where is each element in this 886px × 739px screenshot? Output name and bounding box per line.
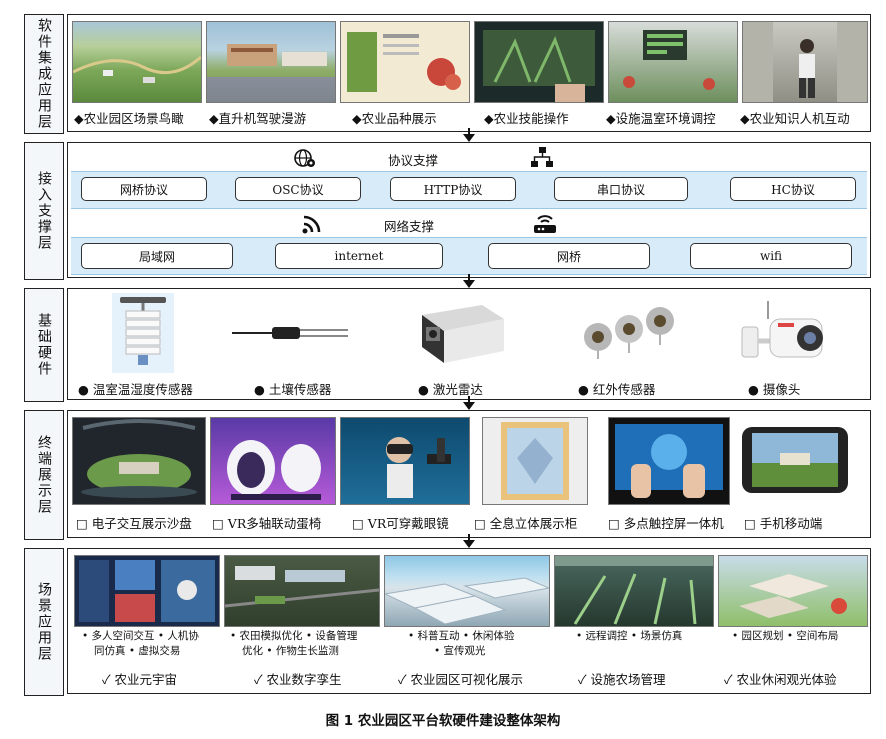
- network-lan: 局域网: [81, 243, 233, 269]
- scene-title-4: ✓ 设施农场管理: [578, 672, 666, 687]
- protocol-hc: HC协议: [730, 177, 856, 201]
- arrow-down-2: [463, 274, 475, 288]
- scene-bullets-1: • 多人空间交互 • 人机协 同仿真 • 虚拟交易: [82, 630, 199, 657]
- image-camera: [738, 297, 828, 371]
- figure-caption: 图 1 农业园区平台软硬件建设整体架构: [325, 713, 561, 729]
- network-support-title: 网络支撑: [384, 219, 435, 234]
- network-topology-icon: [530, 146, 554, 172]
- protocol-osc: OSC协议: [235, 177, 361, 201]
- image-infrared-sensor: [574, 303, 684, 363]
- image-sandtable: [72, 417, 206, 505]
- layer-access: 协议支撑 网桥协议 OSC协议 HTTP协议 串口协议 HC协议 网络支撑 局域…: [67, 142, 871, 278]
- image-facility-farm: [554, 555, 714, 627]
- caption-terminal-1: □ 电子交互展示沙盘: [76, 516, 192, 531]
- layer-scene: • 多人空间交互 • 人机协 同仿真 • 虚拟交易 • 农田模拟优化 • 设备管…: [67, 548, 871, 694]
- caption-terminal-4: □ 全息立体展示柜: [474, 516, 578, 531]
- caption-terminal-5: □ 多点触控屏一体机: [608, 516, 724, 531]
- caption-hardware-5: ● 摄像头: [748, 382, 801, 397]
- image-mobile-phone: [740, 417, 850, 503]
- layer-label-hardware: 基础硬件: [24, 288, 64, 402]
- caption-terminal-2: □ VR多轴联动蛋椅: [212, 516, 322, 531]
- caption-software-4: ◆农业技能操作: [484, 111, 569, 126]
- scene-title-5: ✓ 农业休闲观光体验: [724, 672, 837, 687]
- image-vr-egg-chair: [210, 417, 336, 505]
- protocol-serial: 串口协议: [554, 177, 688, 201]
- caption-hardware-2: ● 土壤传感器: [254, 382, 332, 397]
- layer-label-software: 软件集成应用层: [24, 14, 64, 134]
- caption-terminal-3: □ VR可穿戴眼镜: [352, 516, 449, 531]
- image-lidar: [412, 297, 508, 367]
- arrow-down-4: [463, 534, 475, 548]
- scene-title-3: ✓ 农业园区可视化展示: [398, 672, 524, 687]
- scene-title-2: ✓ 农业数字孪生: [254, 672, 342, 687]
- scene-bullets-4: • 远程调控 • 场景仿真: [576, 630, 683, 642]
- layer-hardware: ● 温室温湿度传感器 ● 土壤传感器 ● 激光雷达 ● 红外传感器 ● 摄像头: [67, 288, 871, 400]
- caption-hardware-4: ● 红外传感器: [578, 382, 656, 397]
- image-soil-sensor: [232, 319, 352, 349]
- network-wifi: wifi: [690, 243, 852, 269]
- arrow-down-3: [463, 396, 475, 410]
- image-park-visualization: [384, 555, 550, 627]
- layer-label-scene: 场景应用层: [24, 548, 64, 696]
- caption-software-2: ◆直升机驾驶漫游: [209, 111, 307, 126]
- image-greenhouse-control: [608, 21, 738, 103]
- image-touch-screen: [608, 417, 730, 505]
- scene-bullets-2: • 农田模拟优化 • 设备管理 优化 • 作物生长监测: [230, 630, 358, 657]
- caption-terminal-6: □ 手机移动端: [744, 516, 823, 531]
- network-internet: internet: [275, 243, 443, 269]
- wifi-signal-icon: [302, 214, 324, 238]
- image-holographic-cabinet: [482, 417, 588, 505]
- router-icon: [532, 211, 558, 239]
- image-knowledge-interaction: [742, 21, 868, 103]
- layer-software: ◆农业园区场景鸟瞰 ◆直升机驾驶漫游 ◆农业品种展示 ◆农业技能操作 ◆设施温室…: [67, 14, 871, 132]
- protocol-bridge: 网桥协议: [81, 177, 207, 201]
- image-digital-twin: [224, 555, 380, 627]
- scene-title-1: ✓ 农业元宇宙: [102, 672, 178, 687]
- layer-label-terminal: 终端展示层: [24, 410, 64, 540]
- protocol-http: HTTP协议: [390, 177, 516, 201]
- image-skill-operation: [474, 21, 604, 103]
- image-leisure-tour: [718, 555, 868, 627]
- protocol-support-title: 协议支撑: [388, 153, 439, 168]
- image-park-aerial: [72, 21, 202, 103]
- caption-software-3: ◆农业品种展示: [352, 111, 437, 126]
- image-helicopter-tour: [206, 21, 336, 103]
- image-temp-humidity-sensor: [112, 293, 174, 373]
- globe-gear-icon: [294, 148, 316, 172]
- network-bridge: 网桥: [488, 243, 650, 269]
- scene-bullets-5: • 园区规划 • 空间布局: [732, 630, 839, 642]
- caption-software-5: ◆设施温室环境调控: [606, 111, 716, 126]
- image-variety-display: [340, 21, 470, 103]
- caption-hardware-3: ● 激光雷达: [418, 382, 483, 397]
- caption-software-1: ◆农业园区场景鸟瞰: [74, 111, 184, 126]
- arrow-down-1: [463, 128, 475, 142]
- caption-hardware-1: ● 温室温湿度传感器: [78, 382, 193, 397]
- layer-terminal: □ 电子交互展示沙盘 □ VR多轴联动蛋椅 □ VR可穿戴眼镜 □ 全息立体展示…: [67, 410, 871, 538]
- layer-label-access: 接入支撑层: [24, 142, 64, 280]
- image-metaverse: [74, 555, 220, 627]
- image-vr-headset: [340, 417, 470, 505]
- scene-bullets-3: • 科普互动 • 休闲体验 • 宣传观光: [408, 630, 515, 657]
- caption-software-6: ◆农业知识人机互动: [740, 111, 850, 126]
